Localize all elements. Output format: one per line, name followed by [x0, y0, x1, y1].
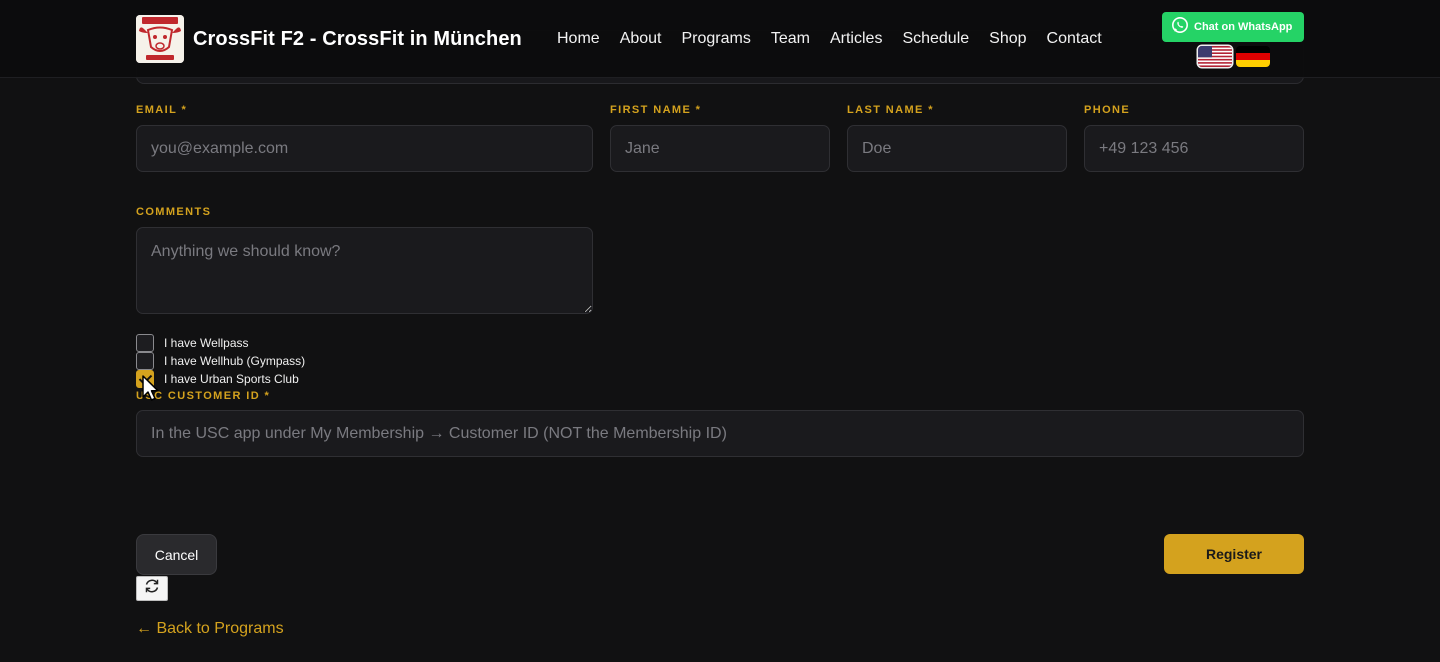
registration-page: CrossFit F2 - CrossFit in München Home A… — [0, 0, 1440, 662]
nav-about[interactable]: About — [620, 30, 662, 48]
whatsapp-button-label: Chat on WhatsApp — [1194, 21, 1293, 33]
first-name-field[interactable] — [610, 125, 830, 172]
whatsapp-icon — [1171, 16, 1189, 39]
refresh-icon — [143, 578, 161, 599]
back-to-programs-link[interactable]: ← Back to Programs — [136, 620, 284, 638]
refresh-captcha-button[interactable] — [136, 576, 168, 601]
whatsapp-chat-button[interactable]: Chat on WhatsApp — [1162, 12, 1304, 42]
en-us-flag-icon[interactable] — [1198, 46, 1232, 67]
register-button[interactable]: Register — [1164, 534, 1304, 574]
phone-label: PHONE — [1084, 104, 1131, 116]
email-label: EMAIL * — [136, 104, 188, 116]
comments-textarea[interactable] — [136, 227, 593, 314]
nav-team[interactable]: Team — [771, 30, 810, 48]
nav-schedule[interactable]: Schedule — [902, 30, 969, 48]
phone-field[interactable] — [1084, 125, 1304, 172]
site-brand-title[interactable]: CrossFit F2 - CrossFit in München — [193, 28, 522, 51]
comments-label: COMMENTS — [136, 206, 212, 218]
nav-contact[interactable]: Contact — [1047, 30, 1102, 48]
crossfit-f2-logo-icon[interactable] — [136, 15, 184, 63]
usc-customer-id-field[interactable] — [136, 410, 1304, 457]
wellpass-option: I have Wellpass — [136, 334, 249, 352]
wellhub-option: I have Wellhub (Gympass) — [136, 352, 305, 370]
mouse-cursor-icon — [141, 374, 163, 404]
wellpass-checkbox[interactable] — [136, 334, 154, 352]
last-name-field[interactable] — [847, 125, 1067, 172]
wellhub-label[interactable]: I have Wellhub (Gympass) — [164, 354, 305, 368]
first-name-label: FIRST NAME * — [610, 104, 702, 116]
main-nav: Home About Programs Team Articles Schedu… — [557, 30, 1102, 48]
nav-articles[interactable]: Articles — [830, 30, 882, 48]
email-field[interactable] — [136, 125, 593, 172]
de-flag-icon[interactable] — [1236, 46, 1270, 67]
wellpass-label[interactable]: I have Wellpass — [164, 336, 249, 350]
site-header: CrossFit F2 - CrossFit in München Home A… — [0, 0, 1440, 78]
nav-programs[interactable]: Programs — [682, 30, 751, 48]
cancel-button[interactable]: Cancel — [136, 534, 217, 575]
nav-home[interactable]: Home — [557, 30, 600, 48]
nav-shop[interactable]: Shop — [989, 30, 1026, 48]
wellhub-checkbox[interactable] — [136, 352, 154, 370]
last-name-label: LAST NAME * — [847, 104, 934, 116]
urban-sports-club-label[interactable]: I have Urban Sports Club — [164, 372, 299, 386]
